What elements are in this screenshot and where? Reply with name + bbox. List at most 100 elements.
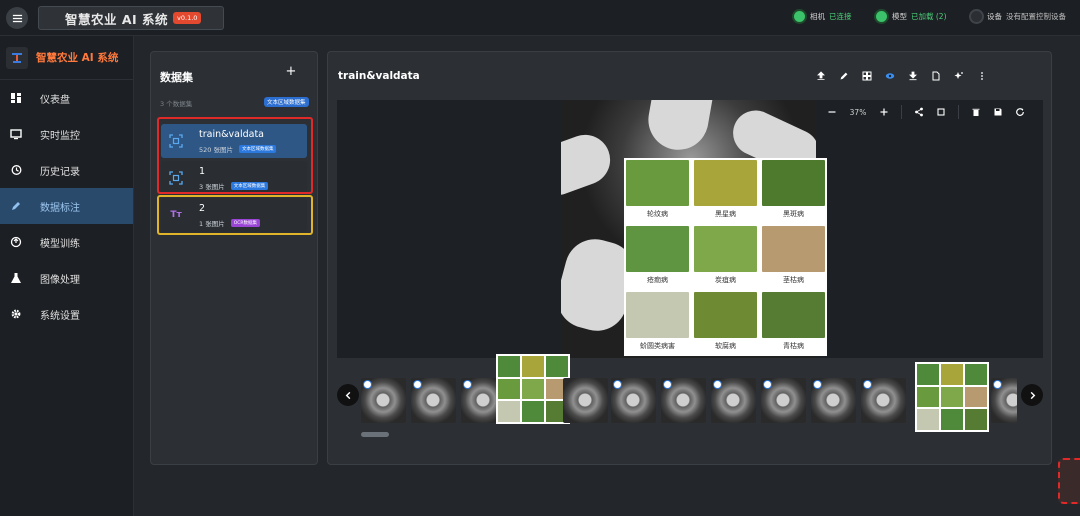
dataset-count: 3 个数据集: [160, 100, 193, 108]
sidebar-item-annotation[interactable]: 数据标注: [0, 188, 133, 224]
thumbnail[interactable]: [915, 362, 989, 432]
upload-button[interactable]: [809, 68, 832, 84]
check-icon: [863, 380, 872, 389]
grid-cell-4: 炭疽病: [692, 224, 759, 289]
highlight-box-red: [157, 117, 313, 194]
share-button[interactable]: [908, 101, 930, 123]
minus-icon: [828, 111, 836, 113]
dataset-panel: 数据集 + 3 个数据集 文本区域数据集 train&valdata 520 张…: [150, 51, 318, 465]
grid-cell-8: 青枯病: [760, 290, 827, 355]
grid-icon: [862, 71, 871, 81]
camera-status-dot: [794, 11, 805, 22]
dataset-type-badge: 文本区域数据集: [264, 97, 309, 107]
grid-cell-1: 黑星病: [692, 158, 759, 223]
thumbnail[interactable]: [611, 378, 656, 423]
sidebar-item-settings[interactable]: 系统设置: [0, 296, 133, 332]
thumbnail-selected[interactable]: [496, 354, 570, 424]
check-icon: [993, 380, 1002, 389]
check-icon: [813, 380, 822, 389]
delete-button[interactable]: [965, 101, 987, 123]
preview-button[interactable]: [878, 68, 901, 84]
thumbnail[interactable]: [811, 378, 856, 423]
grid-cell-0: 轮纹病: [624, 158, 691, 223]
model-status: 模型 已加载 (2): [876, 11, 947, 22]
app-title-box: 智慧农业 AI 系统 v0.1.0: [38, 6, 224, 30]
download-button[interactable]: [901, 68, 924, 84]
sidebar-item-label: 系统设置: [40, 310, 80, 322]
thumbnail[interactable]: [361, 378, 406, 423]
grid-cell-7: 软腐病: [692, 290, 759, 355]
model-status-dot: [876, 11, 887, 22]
highlight-box-yellow: [157, 195, 313, 235]
grid-cell-2: 黑斑病: [760, 158, 827, 223]
grid-view-button[interactable]: [855, 68, 878, 84]
zoom-in-button[interactable]: [873, 101, 895, 123]
gear-icon: [10, 308, 22, 320]
chevron-left-icon: [345, 391, 350, 399]
hamburger-icon: [12, 14, 22, 22]
check-icon: [713, 380, 722, 389]
device-status-dot: [971, 11, 982, 22]
app-title: 智慧农业 AI 系统: [65, 11, 169, 27]
save-button[interactable]: [987, 101, 1009, 123]
history-icon: [10, 164, 22, 176]
upload-icon: [816, 71, 825, 80]
thumbnail[interactable]: [711, 378, 756, 423]
sidebar-item-label: 图像处理: [40, 274, 80, 286]
square-icon: [937, 108, 945, 116]
monitor-icon: [10, 128, 22, 140]
sidebar-item-image-processing[interactable]: 图像处理: [0, 260, 133, 296]
floating-action-button[interactable]: [1058, 458, 1080, 504]
thumbnail[interactable]: [991, 378, 1017, 423]
sidebar-item-history[interactable]: 历史记录: [0, 152, 133, 188]
check-icon: [663, 380, 672, 389]
chevron-right-icon: [1030, 391, 1035, 399]
sidebar-item-label: 历史记录: [40, 166, 80, 178]
training-icon: [10, 236, 22, 248]
top-bar: 智慧农业 AI 系统 v0.1.0 相机 已连接 模型 已加载 (2) 设备 没…: [0, 0, 1080, 36]
image-viewer[interactable]: 37% 轮纹病 黑星病 黑斑病 疮痂病 炭疽病 茎枯病 蚧圆类病害 软腐病 青枯…: [337, 100, 1043, 358]
zoom-level: 37%: [849, 107, 867, 117]
dashboard-icon: [10, 92, 22, 104]
strip-scrollbar[interactable]: [361, 432, 389, 437]
fit-button[interactable]: [930, 101, 952, 123]
brand-logo-icon: [6, 46, 28, 69]
thumbnail[interactable]: [761, 378, 806, 423]
sidebar-item-monitor[interactable]: 实时监控: [0, 116, 133, 152]
eye-icon: [885, 73, 894, 79]
sidebar-item-label: 数据标注: [40, 202, 80, 214]
annotation-panel: train&valdata 37% 轮纹病 黑星病 黑斑病 疮痂病 炭疽病 茎枯…: [327, 51, 1052, 465]
refresh-button[interactable]: [1009, 101, 1031, 123]
sidebar-item-label: 仪表盘: [40, 94, 70, 106]
sidebar-item-training[interactable]: 模型训练: [0, 224, 133, 260]
disease-reference-grid: 轮纹病 黑星病 黑斑病 疮痂病 炭疽病 茎枯病 蚧圆类病害 软腐病 青枯病: [624, 158, 827, 356]
grid-cell-5: 茎枯病: [760, 224, 827, 289]
thumbnail[interactable]: [411, 378, 456, 423]
viewer-toolbar: 37%: [821, 100, 1043, 124]
thumbnail[interactable]: [563, 378, 608, 423]
download-icon: [908, 71, 917, 81]
auto-label-button[interactable]: [947, 68, 970, 84]
next-image-button[interactable]: [1021, 384, 1043, 406]
more-button[interactable]: [970, 68, 993, 84]
grid-cell-6: 蚧圆类病害: [624, 290, 691, 355]
edit-button[interactable]: [832, 68, 855, 84]
zoom-out-button[interactable]: [821, 101, 843, 123]
sidebar-item-dashboard[interactable]: 仪表盘: [0, 80, 133, 116]
save-icon: [994, 108, 1002, 116]
thumbnail[interactable]: [861, 378, 906, 423]
export-button[interactable]: [924, 68, 947, 84]
share-icon: [915, 107, 923, 117]
thumbnail[interactable]: [661, 378, 706, 423]
add-dataset-button[interactable]: +: [284, 65, 298, 79]
check-icon: [363, 380, 372, 389]
dataset-panel-title: 数据集: [160, 71, 193, 84]
prev-image-button[interactable]: [337, 384, 359, 406]
check-icon: [763, 380, 772, 389]
refresh-icon: [1016, 108, 1024, 116]
menu-button[interactable]: [6, 7, 28, 29]
version-badge: v0.1.0: [173, 12, 202, 24]
thumbnail-strip: [337, 354, 1043, 437]
sidebar: 智慧农业 AI 系统 仪表盘 实时监控 历史记录 数据标注 模型训练 图像处理 …: [0, 36, 134, 516]
more-vertical-icon: [980, 72, 983, 80]
